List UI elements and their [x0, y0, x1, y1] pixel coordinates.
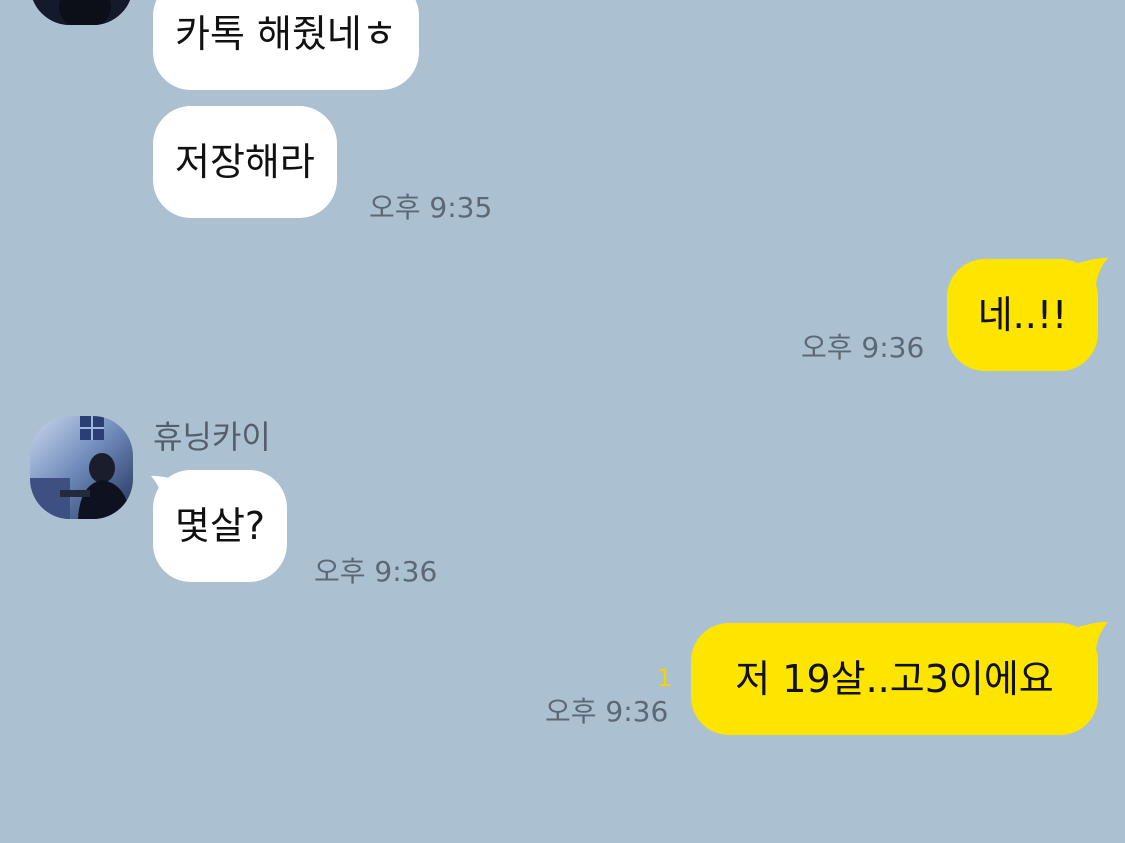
incoming-message-bubble[interactable]: 카톡 해줬네ㅎ [153, 0, 419, 90]
outgoing-message-bubble[interactable]: 저 19살..고3이에요 [691, 623, 1098, 735]
sender-avatar[interactable] [30, 416, 133, 519]
message-timestamp: 오후 9:36 [801, 331, 925, 364]
profile-photo-icon [30, 0, 133, 25]
bubble-tail [1078, 619, 1114, 655]
bubble-tail [1078, 255, 1114, 291]
sender-avatar-top[interactable] [30, 0, 133, 25]
chat-message-area[interactable]: 카톡 해줬네ㅎ 저장해라 오후 9:35 네..!! 오후 9:36 휴닝카이 … [0, 0, 1125, 843]
message-timestamp: 오후 9:35 [369, 191, 493, 224]
message-timestamp: 오후 9:36 [545, 695, 669, 728]
unread-count: 1 [657, 664, 673, 692]
sender-name: 휴닝카이 [153, 418, 271, 456]
incoming-message-bubble[interactable]: 저장해라 [153, 106, 337, 218]
profile-photo-icon [30, 416, 133, 519]
outgoing-message-bubble[interactable]: 네..!! [947, 259, 1098, 371]
message-timestamp: 오후 9:36 [314, 555, 438, 588]
incoming-message-bubble[interactable]: 몇살? [153, 470, 288, 582]
